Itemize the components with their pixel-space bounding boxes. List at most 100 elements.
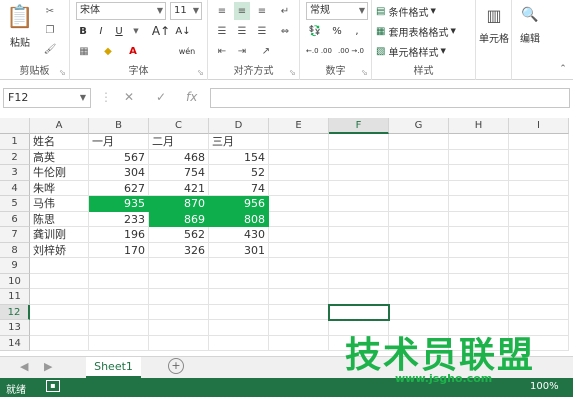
- cell-c11[interactable]: [149, 289, 209, 305]
- align-center-icon[interactable]: ☰: [234, 22, 250, 40]
- formula-input[interactable]: [210, 88, 570, 108]
- bold-button[interactable]: B: [76, 22, 90, 40]
- cell-c2[interactable]: 468: [149, 149, 209, 165]
- cell-b10[interactable]: [89, 273, 149, 289]
- cell-e6[interactable]: [269, 211, 329, 227]
- cell-g6[interactable]: [389, 211, 449, 227]
- cell-c12[interactable]: [149, 304, 209, 320]
- cell-i3[interactable]: [509, 165, 569, 181]
- cell-c7[interactable]: 562: [149, 227, 209, 243]
- row-header-1[interactable]: 1: [0, 134, 30, 150]
- active-cell-selection[interactable]: [328, 303, 390, 321]
- increase-indent-icon[interactable]: ⇥: [234, 42, 250, 60]
- name-box[interactable]: F12 ▼: [3, 88, 91, 108]
- cell-g7[interactable]: [389, 227, 449, 243]
- cell-c13[interactable]: [149, 320, 209, 336]
- cell-f11[interactable]: [329, 289, 389, 305]
- cell-d1[interactable]: 三月: [209, 134, 269, 150]
- copy-icon[interactable]: ❐: [42, 21, 58, 39]
- column-header-g[interactable]: G: [389, 118, 449, 134]
- cell-c14[interactable]: [149, 335, 209, 351]
- paste-button[interactable]: 粘贴: [4, 32, 36, 50]
- cell-a5[interactable]: 马伟: [30, 196, 89, 212]
- cell-d3[interactable]: 52: [209, 165, 269, 181]
- row-header-14[interactable]: 14: [0, 335, 30, 351]
- align-right-icon[interactable]: ☰: [254, 22, 270, 40]
- cell-g10[interactable]: [389, 273, 449, 289]
- cell-i2[interactable]: [509, 149, 569, 165]
- cell-f2[interactable]: [329, 149, 389, 165]
- cell-f4[interactable]: [329, 180, 389, 196]
- cell-e9[interactable]: [269, 258, 329, 274]
- cell-f6[interactable]: [329, 211, 389, 227]
- alignment-launcher-icon[interactable]: ⬂: [289, 68, 296, 77]
- cell-i8[interactable]: [509, 242, 569, 258]
- cell-c9[interactable]: [149, 258, 209, 274]
- column-header-d[interactable]: D: [209, 118, 269, 134]
- tab-scroll-left-icon[interactable]: ◀: [20, 360, 28, 373]
- cell-g9[interactable]: [389, 258, 449, 274]
- column-header-h[interactable]: H: [449, 118, 509, 134]
- cell-a12[interactable]: [30, 304, 89, 320]
- cell-h10[interactable]: [449, 273, 509, 289]
- cell-c6[interactable]: 869: [149, 211, 209, 227]
- row-header-9[interactable]: 9: [0, 258, 30, 274]
- cell-a1[interactable]: 姓名: [30, 134, 89, 150]
- italic-button[interactable]: I: [94, 22, 108, 40]
- merge-cells-icon[interactable]: ⇔: [276, 22, 294, 40]
- cell-f8[interactable]: [329, 242, 389, 258]
- font-color-button[interactable]: A: [126, 42, 140, 60]
- cell-c10[interactable]: [149, 273, 209, 289]
- format-painter-icon[interactable]: 🖌: [42, 40, 58, 58]
- cell-d12[interactable]: [209, 304, 269, 320]
- cell-c4[interactable]: 421: [149, 180, 209, 196]
- cell-f3[interactable]: [329, 165, 389, 181]
- cell-a11[interactable]: [30, 289, 89, 305]
- orientation-icon[interactable]: ↗: [258, 42, 274, 60]
- align-top-icon[interactable]: ≡: [214, 2, 230, 20]
- cell-b5[interactable]: 935: [89, 196, 149, 212]
- table-format-button[interactable]: ▦ 套用表格格式 ▼: [376, 22, 474, 40]
- cell-b6[interactable]: 233: [89, 211, 149, 227]
- cell-e1[interactable]: [269, 134, 329, 150]
- column-header-b[interactable]: B: [89, 118, 149, 134]
- cell-b9[interactable]: [89, 258, 149, 274]
- macro-record-icon[interactable]: ▪: [46, 380, 60, 392]
- cell-e12[interactable]: [269, 304, 329, 320]
- cell-b4[interactable]: 627: [89, 180, 149, 196]
- cell-b2[interactable]: 567: [89, 149, 149, 165]
- row-header-8[interactable]: 8: [0, 242, 30, 258]
- row-header-4[interactable]: 4: [0, 180, 30, 196]
- cell-f1[interactable]: [329, 134, 389, 150]
- cell-a3[interactable]: 牛伦刚: [30, 165, 89, 181]
- cell-d10[interactable]: [209, 273, 269, 289]
- cell-h6[interactable]: [449, 211, 509, 227]
- cell-d13[interactable]: [209, 320, 269, 336]
- cell-d11[interactable]: [209, 289, 269, 305]
- cell-e5[interactable]: [269, 196, 329, 212]
- column-header-i[interactable]: I: [509, 118, 569, 134]
- column-header-e[interactable]: E: [269, 118, 329, 134]
- collapse-ribbon-icon[interactable]: ⌃: [556, 60, 570, 78]
- cell-h7[interactable]: [449, 227, 509, 243]
- row-header-13[interactable]: 13: [0, 320, 30, 336]
- cell-d4[interactable]: 74: [209, 180, 269, 196]
- column-header-f[interactable]: F: [329, 118, 389, 134]
- cell-e4[interactable]: [269, 180, 329, 196]
- row-header-11[interactable]: 11: [0, 289, 30, 305]
- cell-d6[interactable]: 808: [209, 211, 269, 227]
- cell-styles-button[interactable]: ▧ 单元格样式 ▼: [376, 42, 474, 60]
- phonetic-button[interactable]: wén: [176, 42, 198, 60]
- cut-icon[interactable]: ✂: [42, 2, 58, 20]
- cell-a9[interactable]: [30, 258, 89, 274]
- cell-f5[interactable]: [329, 196, 389, 212]
- cell-c8[interactable]: 326: [149, 242, 209, 258]
- cell-f10[interactable]: [329, 273, 389, 289]
- cell-g5[interactable]: [389, 196, 449, 212]
- cell-c3[interactable]: 754: [149, 165, 209, 181]
- cell-i12[interactable]: [509, 304, 569, 320]
- tab-sheet1[interactable]: Sheet1: [86, 357, 141, 378]
- row-header-5[interactable]: 5: [0, 196, 30, 212]
- cell-b1[interactable]: 一月: [89, 134, 149, 150]
- add-sheet-icon[interactable]: +: [168, 358, 184, 374]
